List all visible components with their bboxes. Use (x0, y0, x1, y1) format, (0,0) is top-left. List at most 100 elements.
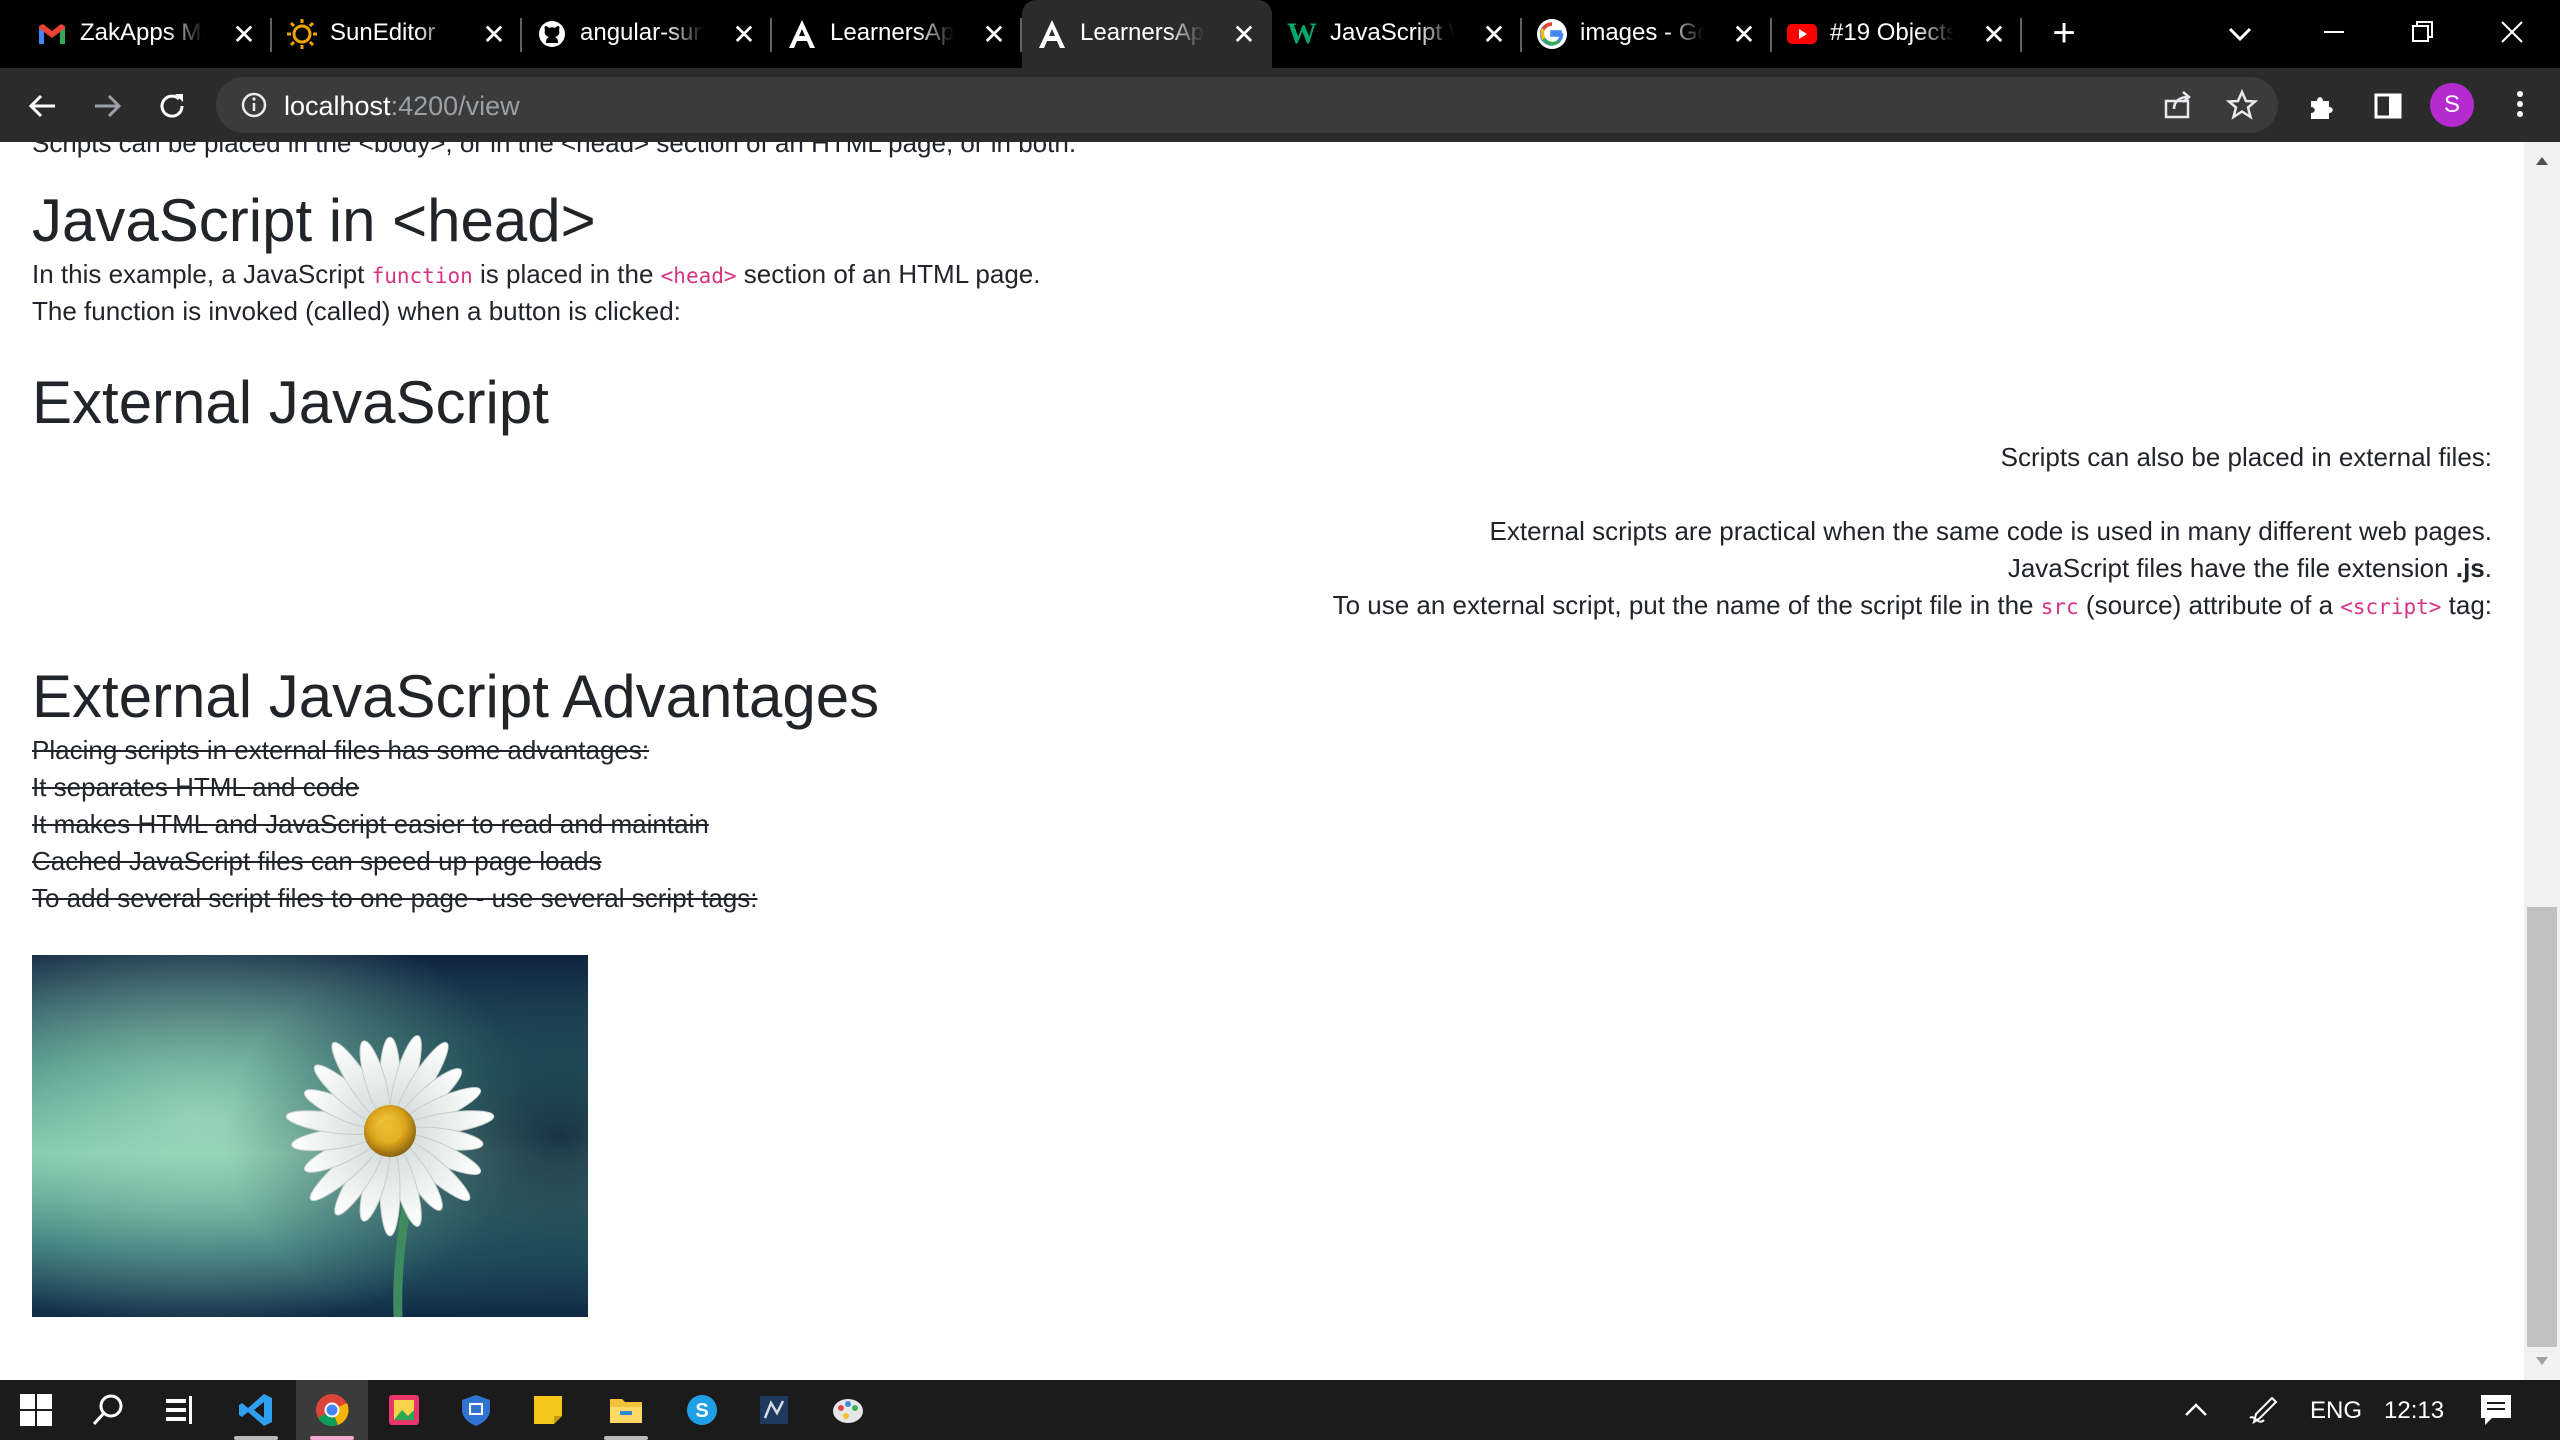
language-indicator[interactable]: ENG (2310, 1397, 2362, 1425)
text-fragment: tag: (2441, 590, 2492, 620)
profile-avatar[interactable]: S (2430, 83, 2474, 127)
start-icon[interactable] (0, 1380, 72, 1440)
paint-icon[interactable] (812, 1380, 884, 1440)
tab-title: LearnersApp (1080, 19, 1204, 46)
paragraph-head-example: In this example, a JavaScript function i… (32, 256, 1041, 294)
close-window-icon[interactable] (2490, 10, 2534, 54)
skype-icon[interactable]: S (666, 1380, 738, 1440)
suneditor-icon (286, 18, 318, 50)
chrome-icon[interactable] (296, 1380, 368, 1440)
reload-icon[interactable] (152, 86, 192, 126)
close-tab-icon[interactable]: ✕ (480, 19, 508, 50)
cut-off-paragraph: Scripts can be placed in the <body>, or … (32, 142, 1077, 158)
minimize-window-icon[interactable] (2314, 12, 2354, 52)
tab-title: angular-suneditor (580, 19, 704, 46)
tab-title: LearnersApp (830, 19, 954, 46)
task-view-icon[interactable] (144, 1380, 216, 1440)
text-fragment: To use an external script, put the name … (1332, 590, 2041, 620)
share-icon[interactable] (2162, 89, 2194, 121)
bookmark-star-icon[interactable] (2225, 88, 2259, 121)
text-fragment: . (2484, 553, 2492, 583)
tab-javascript-where-to[interactable]: W JavaScript Where To ✕ (1272, 0, 1522, 68)
inline-code: <head> (660, 264, 737, 288)
tab-suneditor[interactable]: SunEditor ✕ (272, 0, 522, 68)
extensions-puzzle-icon[interactable] (2302, 86, 2342, 126)
browser-toolbar: localhost:4200/view S (0, 68, 2560, 142)
side-panel-icon[interactable] (2368, 86, 2408, 126)
show-hidden-icons-chevron-icon[interactable] (2180, 1396, 2212, 1424)
image-viewer-icon[interactable] (368, 1380, 440, 1440)
close-tab-icon[interactable]: ✕ (730, 19, 758, 50)
gmail-icon (36, 18, 68, 50)
page-scrollbar[interactable] (2524, 142, 2560, 1380)
close-tab-icon[interactable]: ✕ (980, 19, 1008, 50)
tab-title: #19 Objects (1830, 19, 1954, 46)
forward-arrow-icon[interactable] (88, 86, 128, 126)
tab-title: SunEditor (330, 19, 436, 46)
heading-external-advantages: External JavaScript Advantages (32, 663, 880, 730)
pen-workspace-icon[interactable] (2246, 1392, 2282, 1428)
heading-external-javascript: External JavaScript (32, 369, 549, 436)
scroll-thumb[interactable] (2527, 907, 2557, 1347)
strikethrough-line: Placing scripts in external files has so… (32, 735, 650, 765)
paragraph-external-practical: External scripts are practical when the … (1489, 516, 2493, 546)
tab-learnersapp[interactable]: LearnersApp ✕ (772, 0, 1022, 68)
file-explorer-icon[interactable] (590, 1380, 662, 1440)
url-host: localhost (284, 91, 391, 121)
tab-google-images[interactable]: images - Google Search ✕ (1522, 0, 1772, 68)
close-tab-icon[interactable]: ✕ (230, 19, 258, 50)
url-path: :4200/view (390, 91, 520, 121)
address-bar[interactable]: localhost:4200/view (216, 77, 2278, 133)
new-tab-button[interactable]: + (2046, 13, 2082, 53)
paragraph-external-files: Scripts can also be placed in external f… (2000, 442, 2492, 472)
tab-learnersapp-active[interactable]: LearnersApp ✕ (1022, 0, 1272, 68)
strikethrough-line: To add several script files to one page … (32, 883, 758, 913)
close-tab-icon[interactable]: ✕ (1730, 19, 1758, 50)
strikethrough-line: Cached JavaScript files can speed up pag… (32, 846, 602, 876)
bold-extension: .js (2455, 553, 2485, 583)
close-tab-icon[interactable]: ✕ (1230, 19, 1258, 50)
tab-youtube[interactable]: #19 Objects ✕ (1772, 0, 2022, 68)
scroll-down-arrow-icon[interactable] (2534, 1354, 2550, 1366)
notification-center-icon[interactable] (2478, 1392, 2514, 1428)
text-fragment: JavaScript files have the file extension (2007, 553, 2456, 583)
tab-zakapps-mail[interactable]: ZakApps Mail ✕ (22, 0, 272, 68)
text-fragment: In this example, a JavaScript (32, 259, 372, 289)
tab-title: images - Google Search (1580, 19, 1704, 46)
text-fragment: is placed in the (472, 259, 661, 289)
site-info-icon[interactable] (240, 91, 268, 119)
search-icon[interactable] (72, 1380, 144, 1440)
browser-menu-icon[interactable] (2500, 84, 2540, 124)
heading-javascript-in-head: JavaScript in <head> (32, 187, 596, 254)
paragraph-src-attribute: To use an external script, put the name … (1333, 587, 2492, 625)
angular-icon (786, 18, 818, 50)
restore-window-icon[interactable] (2402, 12, 2442, 52)
page-viewport: Scripts can be placed in the <body>, or … (0, 142, 2524, 1380)
strikethrough-line: It makes HTML and JavaScript easier to r… (32, 809, 709, 839)
tab-search-chevron-icon[interactable] (2222, 16, 2258, 52)
w3schools-icon: W (1287, 17, 1317, 50)
close-tab-icon[interactable]: ✕ (1980, 19, 2008, 50)
inline-code: function (371, 264, 473, 288)
windows-taskbar: S ENG 12:13 (0, 1380, 2560, 1440)
tab-angular-suneditor[interactable]: angular-suneditor ✕ (522, 0, 772, 68)
scroll-up-arrow-icon[interactable] (2534, 154, 2550, 166)
security-icon[interactable] (440, 1380, 512, 1440)
svg-text:S: S (695, 1400, 708, 1422)
inline-code: <script> (2340, 595, 2442, 619)
clock[interactable]: 12:13 (2384, 1397, 2444, 1425)
github-icon (536, 18, 568, 50)
tab-title: ZakApps Mail (80, 19, 204, 46)
close-tab-icon[interactable]: ✕ (1480, 19, 1508, 50)
tab-strip: ZakApps Mail ✕ SunEditor ✕ angular-suned… (0, 0, 2560, 68)
ssms-icon[interactable] (738, 1380, 810, 1440)
paragraph-function-invoked: The function is invoked (called) when a … (32, 296, 681, 326)
sticky-notes-icon[interactable] (512, 1380, 584, 1440)
strikethrough-line: It separates HTML and code (32, 772, 360, 802)
daisy-image (32, 955, 588, 1317)
paragraph-file-extension: JavaScript files have the file extension… (2008, 550, 2492, 586)
back-arrow-icon[interactable] (22, 86, 62, 126)
url-text[interactable]: localhost:4200/view (284, 91, 520, 122)
inline-code: src (2040, 595, 2079, 619)
vscode-icon[interactable] (220, 1380, 292, 1440)
